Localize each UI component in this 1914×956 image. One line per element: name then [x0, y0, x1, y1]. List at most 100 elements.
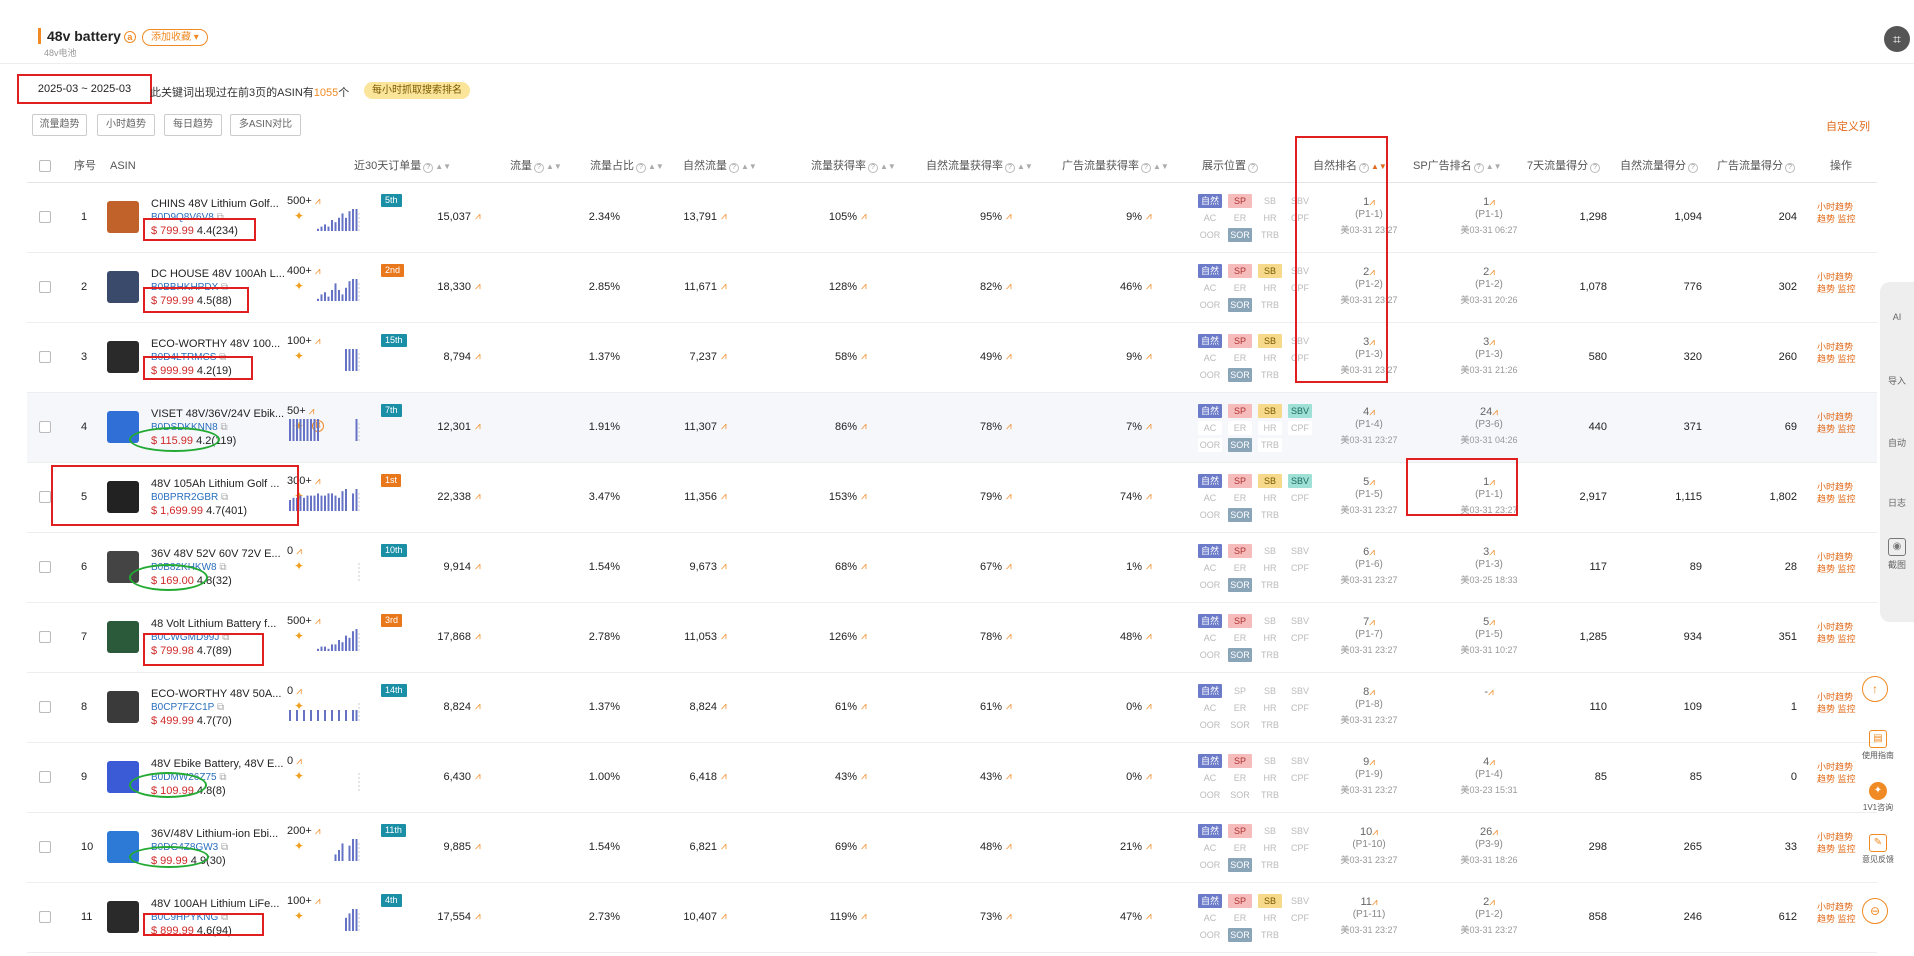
trend-icon[interactable]: ⩘ [1146, 281, 1152, 292]
organic-rank[interactable]: 9⩘ [1325, 756, 1413, 768]
monitor-link[interactable]: 监控 [1838, 774, 1856, 784]
monitor-link[interactable]: 监控 [1838, 284, 1856, 294]
hourly-rank-pill[interactable]: 每小时抓取搜索排名 [364, 82, 470, 99]
hourly-trend-link[interactable]: 小时趋势 [1817, 341, 1856, 353]
side-item-ai[interactable]: AI [1882, 312, 1912, 322]
col-7day-score[interactable]: 7天流量得分? [1527, 149, 1601, 183]
organic-rank[interactable]: 4⩘ [1325, 406, 1413, 418]
sp-rank[interactable]: 2⩘ [1445, 266, 1533, 278]
table-row[interactable]: 9 48V Ebike Battery, 48V E... B0DMW26Z75 ⧉… [27, 743, 1877, 813]
trend-icon[interactable]: ⩘ [475, 701, 481, 712]
col-traffic-share[interactable]: 流量占比? ▲▼ [590, 149, 664, 183]
monitor-link[interactable]: 监控 [1838, 634, 1856, 644]
add-favorite-button[interactable]: 添加收藏 ▾ [142, 29, 208, 46]
row-checkbox[interactable] [39, 701, 51, 713]
hourly-trend-link[interactable]: 小时趋势 [1817, 691, 1856, 703]
info-icon[interactable]: a [123, 31, 136, 43]
hourly-trend-link[interactable]: 小时趋势 [1817, 481, 1856, 493]
organic-rank[interactable]: 7⩘ [1325, 616, 1413, 628]
trend-icon[interactable]: ⩘ [1146, 211, 1152, 222]
scan-icon[interactable]: ⌗ [1884, 26, 1910, 52]
hourly-trend-link[interactable]: 小时趋势 [1817, 901, 1856, 913]
hourly-trend-link[interactable]: 小时趋势 [1817, 551, 1856, 563]
trend-icon[interactable]: ⩘ [475, 211, 481, 222]
scroll-top-icon[interactable]: ↑ [1862, 676, 1888, 702]
trend-icon[interactable]: ⩘ [721, 631, 727, 642]
trend-icon[interactable]: ⩘ [721, 841, 727, 852]
trend-icon[interactable]: ⩘ [315, 196, 321, 207]
col-organic-rate[interactable]: 自然流量获得率? ▲▼ [926, 149, 1033, 183]
trend-icon[interactable]: ⩘ [861, 911, 867, 922]
traffic-trend-button[interactable]: 流量趋势 [32, 114, 87, 136]
trend-link[interactable]: 趋势 [1817, 214, 1835, 224]
asin-link[interactable]: B0CWGMD99J ⧉ [151, 632, 229, 643]
monitor-link[interactable]: 监控 [1838, 424, 1856, 434]
col-traffic-rate[interactable]: 流量获得率? ▲▼ [811, 149, 896, 183]
row-checkbox[interactable] [39, 211, 51, 223]
asin-link[interactable]: B0DG4Z8GW3 ⧉ [151, 842, 228, 853]
sp-rank[interactable]: 5⩘ [1445, 616, 1533, 628]
sp-rank[interactable]: 1⩘ [1445, 476, 1533, 488]
trend-icon[interactable]: ⩘ [861, 631, 867, 642]
product-thumbnail[interactable] [107, 201, 139, 233]
trend-icon[interactable]: ⩘ [315, 266, 321, 277]
trend-link[interactable]: 趋势 [1817, 774, 1835, 784]
collapse-icon[interactable]: ⊖ [1862, 898, 1888, 924]
row-checkbox[interactable] [39, 491, 51, 503]
trend-icon[interactable]: ⩘ [721, 561, 727, 572]
organic-rank[interactable]: 5⩘ [1325, 476, 1413, 488]
trend-icon[interactable]: ⩘ [721, 421, 727, 432]
trend-icon[interactable]: ⩘ [1006, 491, 1012, 502]
trend-icon[interactable]: ⩘ [309, 406, 315, 417]
sp-rank[interactable]: -⩘ [1445, 686, 1533, 698]
trend-icon[interactable]: ⩘ [1006, 701, 1012, 712]
multi-asin-compare-button[interactable]: 多ASIN对比 [230, 114, 301, 136]
trend-link[interactable]: 趋势 [1817, 284, 1835, 294]
trend-icon[interactable]: ⩘ [475, 841, 481, 852]
product-title[interactable]: ECO-WORTHY 48V 50A... [151, 688, 281, 700]
monitor-link[interactable]: 监控 [1838, 494, 1856, 504]
trend-icon[interactable]: ⩘ [721, 491, 727, 502]
monitor-link[interactable]: 监控 [1838, 914, 1856, 924]
organic-rank[interactable]: 6⩘ [1325, 546, 1413, 558]
asin-link[interactable]: B0DMW26Z75 ⧉ [151, 772, 227, 783]
trend-icon[interactable]: ⩘ [475, 911, 481, 922]
table-row[interactable]: 2 DC HOUSE 48V 100Ah L... B0BBHKHPDX ⧉ $ 79… [27, 253, 1877, 323]
product-thumbnail[interactable] [107, 271, 139, 303]
product-thumbnail[interactable] [107, 341, 139, 373]
monitor-link[interactable]: 监控 [1838, 564, 1856, 574]
hourly-trend-link[interactable]: 小时趋势 [1817, 831, 1856, 843]
trend-link[interactable]: 趋势 [1817, 634, 1835, 644]
row-checkbox[interactable] [39, 351, 51, 363]
trend-icon[interactable]: ⩘ [1146, 421, 1152, 432]
row-checkbox[interactable] [39, 281, 51, 293]
trend-link[interactable]: 趋势 [1817, 354, 1835, 364]
side-item-import[interactable]: 导入 [1882, 374, 1912, 387]
asin-link[interactable]: B0C9HPYKNG ⧉ [151, 912, 228, 923]
hourly-trend-button[interactable]: 小时趋势 [97, 114, 155, 136]
monitor-link[interactable]: 监控 [1838, 214, 1856, 224]
product-title[interactable]: 48V Ebike Battery, 48V E... [151, 758, 283, 770]
side-item-log[interactable]: 日志 [1882, 496, 1912, 509]
trend-icon[interactable]: ⩘ [861, 351, 867, 362]
side-item-screenshot[interactable]: ◉ 截图 [1882, 538, 1912, 571]
sp-rank[interactable]: 24⩘ [1445, 406, 1533, 418]
col-ad-score[interactable]: 广告流量得分? [1717, 149, 1795, 183]
trend-icon[interactable]: ⩘ [721, 911, 727, 922]
trend-link[interactable]: 趋势 [1817, 844, 1835, 854]
table-row[interactable]: 4 VISET 48V/36V/24V Ebik... B0DSDKKNN8 ⧉ $ … [27, 393, 1877, 463]
trend-icon[interactable]: ⩘ [475, 351, 481, 362]
trend-icon[interactable]: ⩘ [861, 211, 867, 222]
organic-rank[interactable]: 11⩘ [1325, 896, 1413, 908]
organic-rank[interactable]: 1⩘ [1325, 196, 1413, 208]
trend-icon[interactable]: ⩘ [315, 826, 321, 837]
product-thumbnail[interactable] [107, 621, 139, 653]
trend-icon[interactable]: ⩘ [315, 616, 321, 627]
product-title[interactable]: DC HOUSE 48V 100Ah L... [151, 268, 285, 280]
col-sp-rank[interactable]: SP广告排名? ▲▼ [1413, 149, 1502, 183]
trend-icon[interactable]: ⩘ [861, 841, 867, 852]
product-thumbnail[interactable] [107, 411, 139, 443]
row-checkbox[interactable] [39, 421, 51, 433]
col-ad-rate[interactable]: 广告流量获得率? ▲▼ [1062, 149, 1169, 183]
hourly-trend-link[interactable]: 小时趋势 [1817, 761, 1856, 773]
